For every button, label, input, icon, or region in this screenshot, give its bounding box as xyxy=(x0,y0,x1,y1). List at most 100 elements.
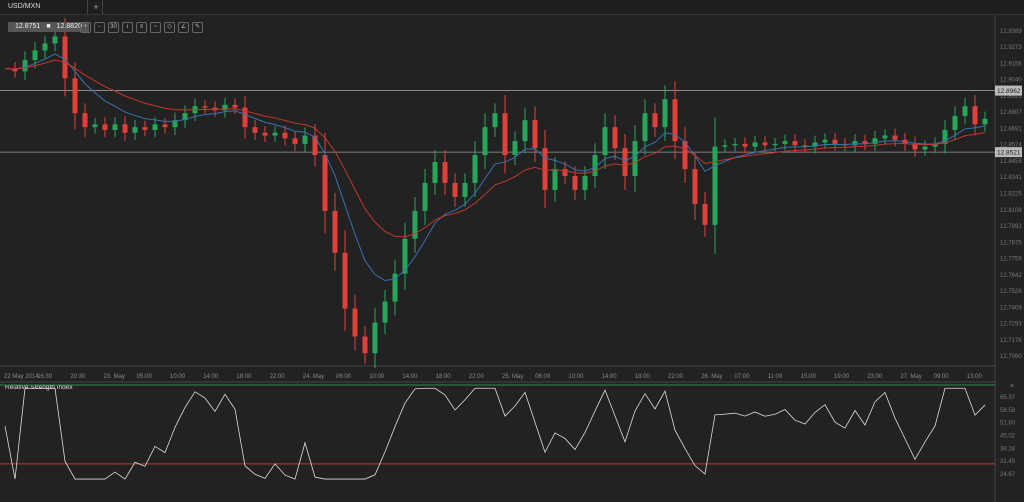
candle-body xyxy=(633,141,638,176)
candle-body xyxy=(973,106,978,124)
zoom-in-icon[interactable]: + xyxy=(80,22,91,33)
candle-body xyxy=(23,60,28,71)
rsi-tick: 38.24 xyxy=(1000,446,1016,452)
candle-body xyxy=(853,141,858,145)
chart-type-icon[interactable]: ı xyxy=(122,22,133,33)
candle-body xyxy=(893,136,898,140)
time-tick: 22:00 xyxy=(668,374,684,380)
candle-body xyxy=(743,144,748,147)
candle-body xyxy=(233,105,238,108)
candle-body xyxy=(963,106,968,116)
time-tick: 10:00 xyxy=(369,374,385,380)
candle-body xyxy=(643,113,648,141)
time-tick: 20:30 xyxy=(70,374,86,380)
pencil-icon[interactable]: ✎ xyxy=(192,22,203,33)
time-tick: 25. May xyxy=(502,374,523,380)
candle-body xyxy=(83,113,88,127)
time-tick: 07:00 xyxy=(734,374,750,380)
candle-body xyxy=(53,36,58,43)
bid-price: 12.8751 xyxy=(15,23,40,30)
price-chart[interactable]: 12.938912.927312.915612.904012.892312.88… xyxy=(0,0,1024,502)
rsi-close-button[interactable]: × xyxy=(1010,383,1014,390)
time-tick: 14:00 xyxy=(203,374,219,380)
time-tick: 22 May 2014 xyxy=(4,374,39,380)
candle-body xyxy=(203,106,208,107)
price-tick: 12.9156 xyxy=(1000,62,1022,68)
candle-body xyxy=(473,155,478,183)
candle-body xyxy=(533,120,538,148)
candle-body xyxy=(103,124,108,130)
candle-body xyxy=(613,127,618,148)
time-tick: 14:00 xyxy=(602,374,618,380)
candle-body xyxy=(323,155,328,211)
rsi-tick: 45.02 xyxy=(1000,434,1016,440)
price-tick: 12.7642 xyxy=(1000,273,1022,279)
price-tick: 12.8108 xyxy=(1000,208,1022,214)
candle-body xyxy=(33,50,38,60)
candle-body xyxy=(653,113,658,127)
time-tick: 06:00 xyxy=(336,374,352,380)
price-tick: 12.8341 xyxy=(1000,175,1022,181)
candle-body xyxy=(623,148,628,176)
candle-body xyxy=(503,113,508,155)
objects-icon[interactable]: ◇ xyxy=(164,22,175,33)
candle-body xyxy=(723,145,728,146)
candle-body xyxy=(143,127,148,130)
rsi-tick: 31.45 xyxy=(1000,459,1016,465)
candle-body xyxy=(733,144,738,145)
candle-body xyxy=(273,133,278,136)
time-tick: 13:00 xyxy=(967,374,983,380)
time-tick: 18:00 xyxy=(236,374,252,380)
rsi-tick: 24.67 xyxy=(1000,472,1016,478)
candle-body xyxy=(333,211,338,253)
candle-body xyxy=(133,127,138,133)
time-tick: 11:00 xyxy=(768,374,783,380)
candle-body xyxy=(783,141,788,144)
candle-body xyxy=(313,136,318,156)
candle-body xyxy=(423,183,428,211)
candle-body xyxy=(153,124,158,130)
time-tick: 26. May xyxy=(701,374,722,380)
time-tick: 22:00 xyxy=(469,374,485,380)
candle-body xyxy=(773,144,778,145)
candle-body xyxy=(693,169,698,204)
candle-body xyxy=(93,124,98,127)
time-tick: 18:00 xyxy=(635,374,651,380)
time-tick: 23. May xyxy=(104,374,125,380)
time-tick: 16:30 xyxy=(37,374,53,380)
candle-body xyxy=(303,136,308,144)
price-tick: 12.8225 xyxy=(1000,191,1022,197)
candle-body xyxy=(923,147,928,150)
candle-body xyxy=(763,142,768,145)
price-tick: 12.8691 xyxy=(1000,126,1022,132)
candle-body xyxy=(483,127,488,155)
period-icon[interactable]: 30 xyxy=(108,22,119,33)
draw-icon[interactable]: ∠ xyxy=(178,22,189,33)
candle-body xyxy=(463,183,468,197)
time-tick: 06:00 xyxy=(535,374,551,380)
price-tick: 12.9040 xyxy=(1000,78,1022,84)
ema-slow-line xyxy=(5,60,985,237)
time-tick: 19:00 xyxy=(834,374,850,380)
price-tick: 12.7875 xyxy=(1000,240,1022,246)
candle-body xyxy=(253,127,258,133)
price-tick: 12.7992 xyxy=(1000,224,1022,230)
rsi-tick: 58.59 xyxy=(1000,408,1016,414)
time-tick: 15:00 xyxy=(801,374,817,380)
time-tick: 22:00 xyxy=(270,374,286,380)
zoom-out-icon[interactable]: - xyxy=(94,22,105,33)
time-tick: 27. May xyxy=(900,374,921,380)
candle-body xyxy=(573,176,578,190)
candle-body xyxy=(373,323,378,354)
candle-body xyxy=(223,105,228,111)
time-tick: 14:00 xyxy=(402,374,418,380)
price-tick: 12.7176 xyxy=(1000,338,1022,344)
indicator-icon[interactable]: ~ xyxy=(150,22,161,33)
candle-body xyxy=(433,162,438,183)
price-tick: 12.7526 xyxy=(1000,289,1022,295)
template-icon[interactable]: ≡ xyxy=(136,22,147,33)
candle-body xyxy=(73,78,78,113)
price-tick: 12.8807 xyxy=(1000,110,1022,116)
price-tick: 12.7409 xyxy=(1000,305,1022,311)
candle-body xyxy=(123,124,128,132)
